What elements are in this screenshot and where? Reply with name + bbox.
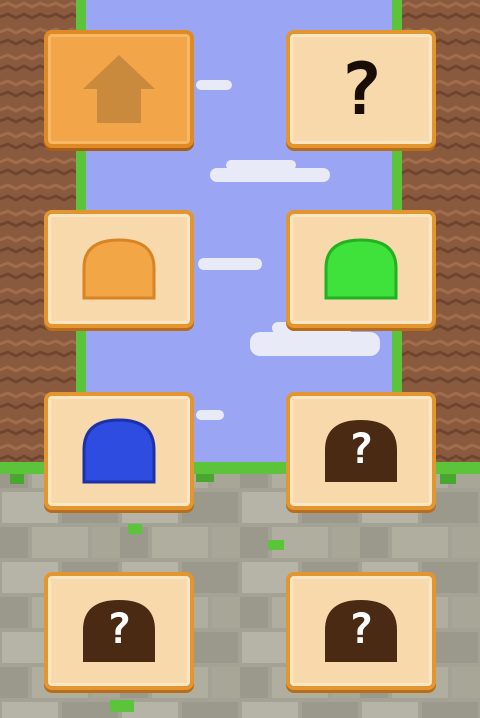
locked-slime-label: ? (348, 424, 374, 473)
home-button[interactable] (44, 30, 194, 148)
blue-slime-icon (82, 418, 156, 484)
slime-slot-locked-1[interactable]: ? (286, 392, 436, 510)
slime-slot-orange[interactable] (44, 210, 194, 328)
slime-slot-blue[interactable] (44, 392, 194, 510)
home-icon (83, 55, 155, 123)
locked-slime-label: ? (348, 604, 374, 653)
locked-slime-label: ? (106, 604, 132, 653)
slime-slot-green[interactable] (286, 210, 436, 328)
slime-slot-locked-3[interactable]: ? (286, 572, 436, 690)
orange-slime-icon (82, 238, 156, 300)
slime-slot-locked-2[interactable]: ? (44, 572, 194, 690)
green-slime-icon (324, 238, 398, 300)
help-button[interactable]: ? (286, 30, 436, 148)
help-label: ? (339, 47, 383, 131)
